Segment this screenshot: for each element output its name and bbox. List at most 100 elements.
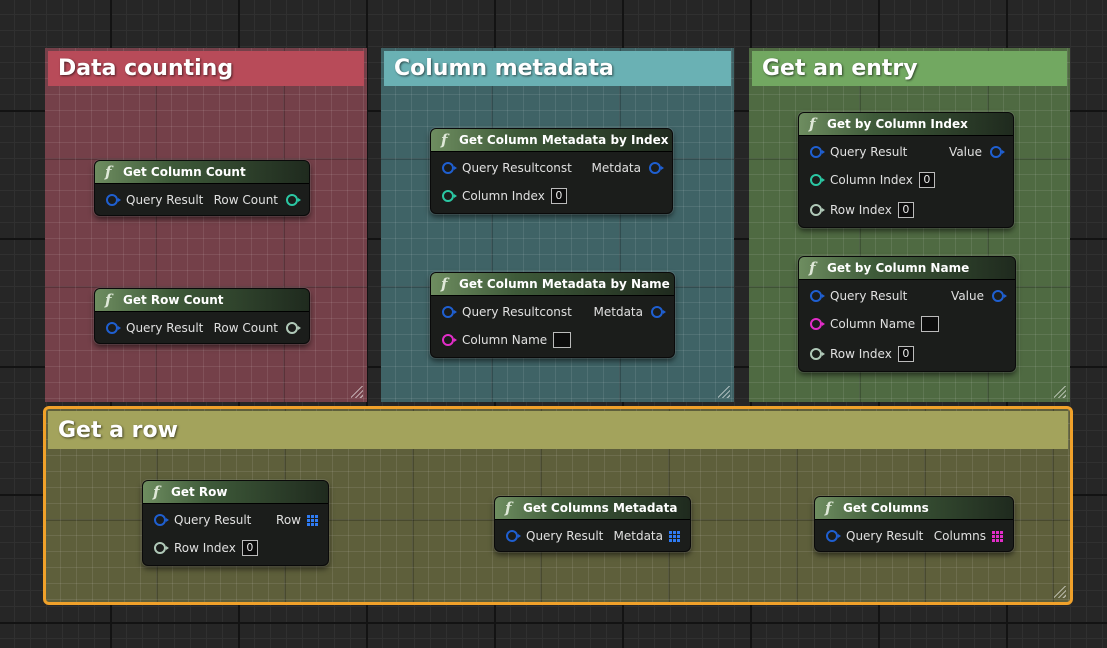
struct-pin-icon[interactable] xyxy=(649,162,664,174)
array-grid-icon[interactable] xyxy=(992,530,1003,542)
node-header[interactable]: f Get Columns xyxy=(815,497,1013,520)
comment-title[interactable]: Column metadata xyxy=(384,51,731,86)
output-pin-metadata[interactable]: Metdata xyxy=(594,304,666,320)
comment-box-data-counting[interactable]: Data counting xyxy=(45,48,367,402)
input-pin-column-name[interactable]: Column Name xyxy=(810,316,940,332)
node-header[interactable]: f Get Column Metadata by Name xyxy=(431,273,674,296)
input-pin-column-index[interactable]: Column Index 0 xyxy=(442,188,567,204)
node-header[interactable]: f Get by Column Index xyxy=(799,113,1013,136)
input-pin-query-result[interactable]: Query Result xyxy=(506,528,603,544)
node-get-column-metadata-by-index[interactable]: f Get Column Metadata by Index Query Resu… xyxy=(430,128,673,214)
column-name-input[interactable] xyxy=(553,332,572,348)
output-pin-columns[interactable]: Columns xyxy=(934,528,1003,544)
int-pin-icon[interactable] xyxy=(286,194,301,206)
pin-label: Value xyxy=(951,289,984,303)
output-pin-row-count[interactable]: Row Count xyxy=(214,192,301,208)
node-get-by-column-index[interactable]: f Get by Column Index Query Result Value … xyxy=(798,112,1014,228)
output-pin-metadata[interactable]: Metdata xyxy=(592,160,664,176)
struct-pin-icon[interactable] xyxy=(990,146,1005,158)
struct-pin-icon[interactable] xyxy=(106,194,121,206)
input-pin-query-result[interactable]: Query Result xyxy=(810,288,907,304)
node-get-by-column-name[interactable]: f Get by Column Name Query Result Value C… xyxy=(798,256,1016,372)
node-get-columns-metadata[interactable]: f Get Columns Metadata Query Result Metda… xyxy=(494,496,691,552)
output-pin-value[interactable]: Value xyxy=(949,144,1005,160)
resize-grip-icon[interactable] xyxy=(1054,386,1066,398)
struct-pin-icon[interactable] xyxy=(826,530,841,542)
input-pin-query-result[interactable]: Query Result xyxy=(106,320,203,336)
struct-pin-icon[interactable] xyxy=(651,306,666,318)
comment-title[interactable]: Data counting xyxy=(48,51,364,86)
input-pin-column-name[interactable]: Column Name xyxy=(442,332,572,348)
function-icon: f xyxy=(505,499,512,517)
node-get-row-count[interactable]: f Get Row Count Query Result Row Count xyxy=(94,288,310,344)
array-grid-icon[interactable] xyxy=(307,514,318,526)
pin-label: Query Resultconst xyxy=(462,305,572,319)
column-index-input[interactable]: 0 xyxy=(550,188,567,204)
input-pin-query-result[interactable]: Query Result xyxy=(826,528,923,544)
input-pin-column-index[interactable]: Column Index 0 xyxy=(810,172,935,188)
function-icon: f xyxy=(105,291,112,309)
pin-label: Value xyxy=(949,145,982,159)
pin-label: Column Index xyxy=(462,189,545,203)
node-header[interactable]: f Get Row xyxy=(143,481,328,504)
int-pin-icon[interactable] xyxy=(154,542,169,554)
int-pin-icon[interactable] xyxy=(810,348,825,360)
node-get-columns[interactable]: f Get Columns Query Result Columns xyxy=(814,496,1014,552)
int-pin-icon[interactable] xyxy=(810,204,825,216)
int-pin-icon[interactable] xyxy=(442,190,457,202)
struct-pin-icon[interactable] xyxy=(106,322,121,334)
input-pin-query-result[interactable]: Query Resultconst xyxy=(442,160,572,176)
pin-label: Metdata xyxy=(613,529,663,543)
struct-pin-icon[interactable] xyxy=(442,162,457,174)
comment-title[interactable]: Get a row xyxy=(48,411,1068,449)
int-pin-icon[interactable] xyxy=(810,174,825,186)
comment-title[interactable]: Get an entry xyxy=(752,51,1067,86)
output-pin-value[interactable]: Value xyxy=(951,288,1007,304)
node-title: Get Column Count xyxy=(123,165,246,179)
node-title: Get by Column Index xyxy=(827,117,968,131)
input-pin-row-index[interactable]: Row Index 0 xyxy=(154,540,258,556)
row-index-input[interactable]: 0 xyxy=(897,346,914,362)
struct-pin-icon[interactable] xyxy=(442,306,457,318)
resize-grip-icon[interactable] xyxy=(718,386,730,398)
node-get-column-metadata-by-name[interactable]: f Get Column Metadata by Name Query Resul… xyxy=(430,272,675,358)
resize-grip-icon[interactable] xyxy=(351,386,363,398)
node-header[interactable]: f Get Column Metadata by Index xyxy=(431,129,672,152)
output-pin-metadata[interactable]: Metdata xyxy=(614,528,680,544)
struct-pin-icon[interactable] xyxy=(810,146,825,158)
node-get-row[interactable]: f Get Row Query Result Row Row Index 0 xyxy=(142,480,329,566)
node-title: Get Row xyxy=(171,485,228,499)
node-header[interactable]: f Get Columns Metadata xyxy=(495,497,690,520)
row-index-input[interactable]: 0 xyxy=(241,540,258,556)
input-pin-row-index[interactable]: Row Index 0 xyxy=(810,202,914,218)
node-header[interactable]: f Get by Column Name xyxy=(799,257,1015,280)
pin-label: Row Index xyxy=(830,203,892,217)
input-pin-query-result[interactable]: Query Result xyxy=(810,144,907,160)
input-pin-query-result[interactable]: Query Result xyxy=(106,192,203,208)
output-pin-row-count[interactable]: Row Count xyxy=(214,320,301,336)
input-pin-query-result[interactable]: Query Result xyxy=(154,512,251,528)
name-pin-icon[interactable] xyxy=(810,318,825,330)
function-icon: f xyxy=(809,259,816,277)
column-name-input[interactable] xyxy=(921,316,940,332)
pin-label: Column Name xyxy=(462,333,548,347)
struct-pin-icon[interactable] xyxy=(992,290,1007,302)
int-pin-icon[interactable] xyxy=(286,322,301,334)
name-pin-icon[interactable] xyxy=(442,334,457,346)
node-title: Get Columns xyxy=(843,501,929,515)
column-index-input[interactable]: 0 xyxy=(918,172,935,188)
node-title: Get by Column Name xyxy=(827,261,970,275)
input-pin-query-result[interactable]: Query Resultconst xyxy=(442,304,572,320)
resize-grip-icon[interactable] xyxy=(1054,586,1066,598)
row-index-input[interactable]: 0 xyxy=(897,202,914,218)
struct-pin-icon[interactable] xyxy=(810,290,825,302)
output-pin-row[interactable]: Row xyxy=(276,512,318,528)
node-get-column-count[interactable]: f Get Column Count Query Result Row Count xyxy=(94,160,310,216)
struct-pin-icon[interactable] xyxy=(506,530,521,542)
node-header[interactable]: f Get Row Count xyxy=(95,289,309,312)
input-pin-row-index[interactable]: Row Index 0 xyxy=(810,346,914,362)
struct-pin-icon[interactable] xyxy=(154,514,169,526)
node-header[interactable]: f Get Column Count xyxy=(95,161,309,184)
node-title: Get Columns Metadata xyxy=(523,501,678,515)
array-grid-icon[interactable] xyxy=(669,530,680,542)
